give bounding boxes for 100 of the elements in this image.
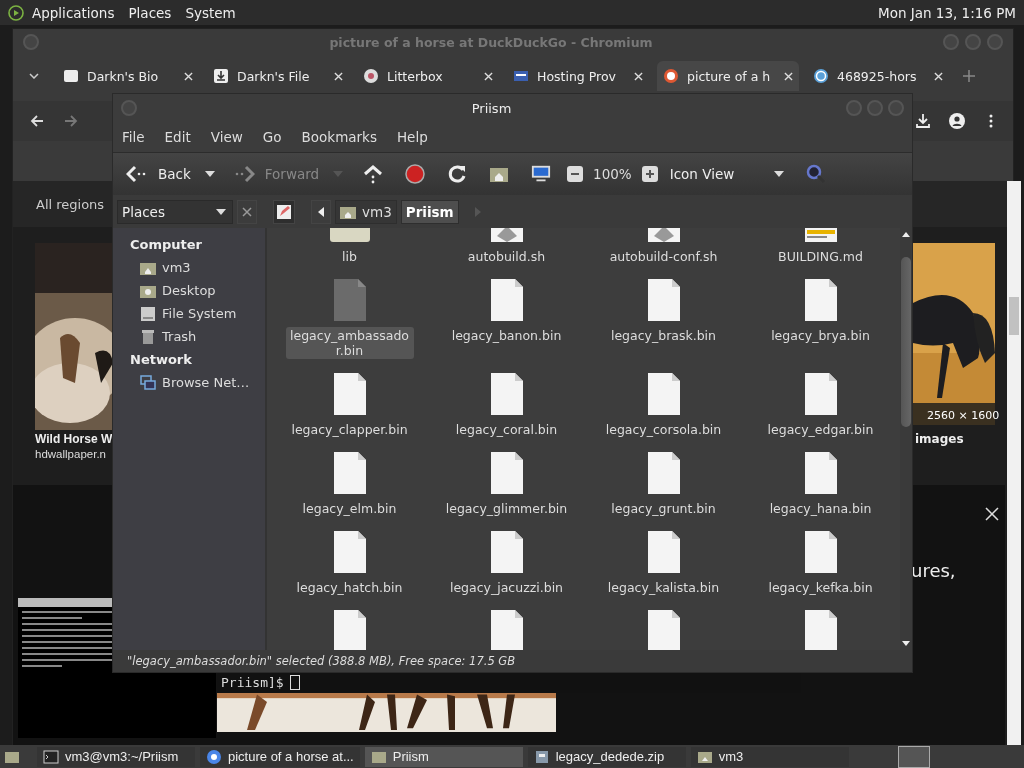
caret-icon[interactable] (204, 171, 215, 177)
close-tab-icon[interactable] (784, 71, 793, 81)
region-filter[interactable]: All regions (36, 196, 105, 212)
taskbar-item[interactable]: Priism (364, 746, 523, 767)
browser-tab[interactable]: Hosting Prov (507, 61, 649, 91)
duck-icon (663, 68, 679, 84)
directory-entry[interactable]: legacy_kalista.bin (585, 531, 742, 596)
directory-entry[interactable]: lib (271, 228, 428, 265)
directory-entry[interactable]: legacy_ambassador.bin (271, 279, 428, 359)
page-scrollbar[interactable] (1007, 181, 1021, 746)
window-title: Priism (470, 100, 513, 116)
browser-tab[interactable]: Darkn's File (207, 61, 349, 91)
scroll-down-icon[interactable] (902, 641, 910, 646)
directory-entry[interactable]: legacy_brask.bin (585, 279, 742, 359)
tab-search-icon[interactable] (29, 73, 39, 79)
directory-entry[interactable]: autobuild.sh (428, 228, 585, 265)
menu-item[interactable]: Go (262, 129, 282, 145)
caret-icon (774, 171, 785, 177)
result-source: hdwallpaper.n (35, 448, 106, 460)
close-tab-icon[interactable] (334, 71, 343, 81)
scrollbar-thumb[interactable] (1009, 297, 1019, 335)
new-tab-icon[interactable] (963, 70, 975, 82)
taskbar-item[interactable]: legacy_dedede.zip (527, 746, 686, 767)
cat-icon (363, 68, 379, 84)
forward-arrow-icon[interactable] (63, 113, 79, 129)
path-button[interactable]: Priism (400, 199, 459, 224)
close-tab-icon[interactable] (184, 71, 193, 81)
scrollbar-thumb[interactable] (901, 257, 911, 427)
sidebar-item[interactable]: Trash (130, 325, 265, 348)
terminal-prompt: Priism]$ (221, 674, 284, 690)
drive-icon (140, 305, 156, 322)
close-tab-icon[interactable] (934, 71, 943, 81)
clock[interactable]: Mon Jan 13, 1:16 PM (878, 4, 1016, 21)
window-title: picture of a horse at DuckDuckGo - Chromium (328, 34, 654, 50)
profile-icon[interactable] (949, 113, 965, 129)
trash-icon (140, 328, 156, 345)
menu-item[interactable]: Help (396, 129, 428, 145)
directory-entry[interactable]: legacy_brya.bin (742, 279, 899, 359)
up-arrow-icon[interactable] (363, 164, 384, 184)
menu-item[interactable]: File (122, 129, 145, 145)
sidebar-item[interactable]: vm3 (130, 256, 265, 279)
directory-entry[interactable]: legacy_edgar.bin (742, 373, 899, 438)
taskbar-item[interactable]: vm3@vm3:~/Priism (37, 746, 195, 767)
back-arrow-icon[interactable] (29, 113, 45, 129)
sidebar-item[interactable]: File System (130, 302, 265, 325)
browser-tab[interactable]: Litterbox (357, 61, 499, 91)
close-tab-icon[interactable] (634, 71, 643, 81)
sidebar-item[interactable]: Browse Net… (130, 371, 265, 394)
close-sidebar-button[interactable] (237, 199, 257, 224)
menu-item[interactable]: Bookmarks (301, 129, 377, 145)
directory-entry[interactable]: legacy_hatch.bin (271, 531, 428, 596)
directory-entry[interactable]: legacy_glimmer.bin (428, 452, 585, 517)
panel-menu[interactable]: System (185, 4, 236, 21)
server-icon (513, 68, 529, 84)
panel-menu[interactable]: Applications (32, 4, 115, 21)
directory-entry[interactable]: autobuild-conf.sh (585, 228, 742, 265)
taskbar-item[interactable]: picture of a horse at... (200, 746, 360, 767)
directory-entry[interactable]: legacy_elm.bin (271, 452, 428, 517)
distro-logo-icon[interactable] (8, 4, 24, 21)
result-title[interactable]: Wild Horse W (35, 432, 113, 446)
directory-entry[interactable]: BUILDING.md (742, 228, 899, 265)
panel-menu[interactable]: Places (128, 4, 172, 21)
caret-icon (216, 208, 226, 215)
taskbar-item[interactable]: vm3 (690, 746, 849, 767)
directory-entry[interactable]: legacy_clapper.bin (271, 373, 428, 438)
directory-entry[interactable]: legacy_jacuzzi.bin (428, 531, 585, 596)
directory-entry[interactable]: legacy_kefka.bin (742, 531, 899, 596)
archive-icon (533, 748, 550, 765)
workspace-switcher[interactable] (898, 745, 930, 768)
download-icon[interactable] (915, 113, 931, 129)
directory-entry[interactable]: legacy_coral.bin (428, 373, 585, 438)
reload-icon[interactable] (447, 164, 468, 184)
browser-tab[interactable]: picture of a h (657, 61, 799, 91)
zoom-in-icon[interactable] (641, 166, 658, 182)
directory-entry[interactable]: legacy_corsola.bin (585, 373, 742, 438)
pencil-icon (276, 203, 292, 220)
directory-entry[interactable]: legacy_banon.bin (428, 279, 585, 359)
places-dropdown[interactable]: Places (117, 199, 233, 224)
path-button[interactable]: vm3 (335, 199, 397, 224)
status-text: "legacy_ambassador.bin" selected (388.8 MB), Free space: 17.5 GB (127, 654, 516, 668)
directory-entry[interactable]: legacy_grunt.bin (585, 452, 742, 517)
computer-icon[interactable] (531, 164, 552, 184)
zoom-out-icon[interactable] (567, 166, 584, 182)
sidebar-item[interactable]: Desktop (130, 279, 265, 302)
edit-location-button[interactable] (273, 199, 295, 224)
wordpress-icon (813, 68, 829, 84)
nav-button[interactable]: Back (122, 165, 195, 183)
browser-tab[interactable]: 468925-hors (807, 61, 949, 91)
close-tab-icon[interactable] (484, 71, 493, 81)
menu-item[interactable]: View (210, 129, 243, 145)
scroll-up-icon[interactable] (902, 232, 910, 237)
menu-item[interactable]: Edit (164, 129, 191, 145)
search-icon[interactable] (806, 164, 827, 184)
result-source: images (915, 432, 964, 446)
path-back-button[interactable] (311, 199, 331, 224)
sidebar-heading: Network (130, 351, 193, 369)
view-selector[interactable]: Icon View (667, 166, 791, 182)
directory-entry[interactable]: legacy_hana.bin (742, 452, 899, 517)
stop-icon[interactable] (405, 164, 426, 184)
browser-tab[interactable]: Darkn's Bio (57, 61, 199, 91)
